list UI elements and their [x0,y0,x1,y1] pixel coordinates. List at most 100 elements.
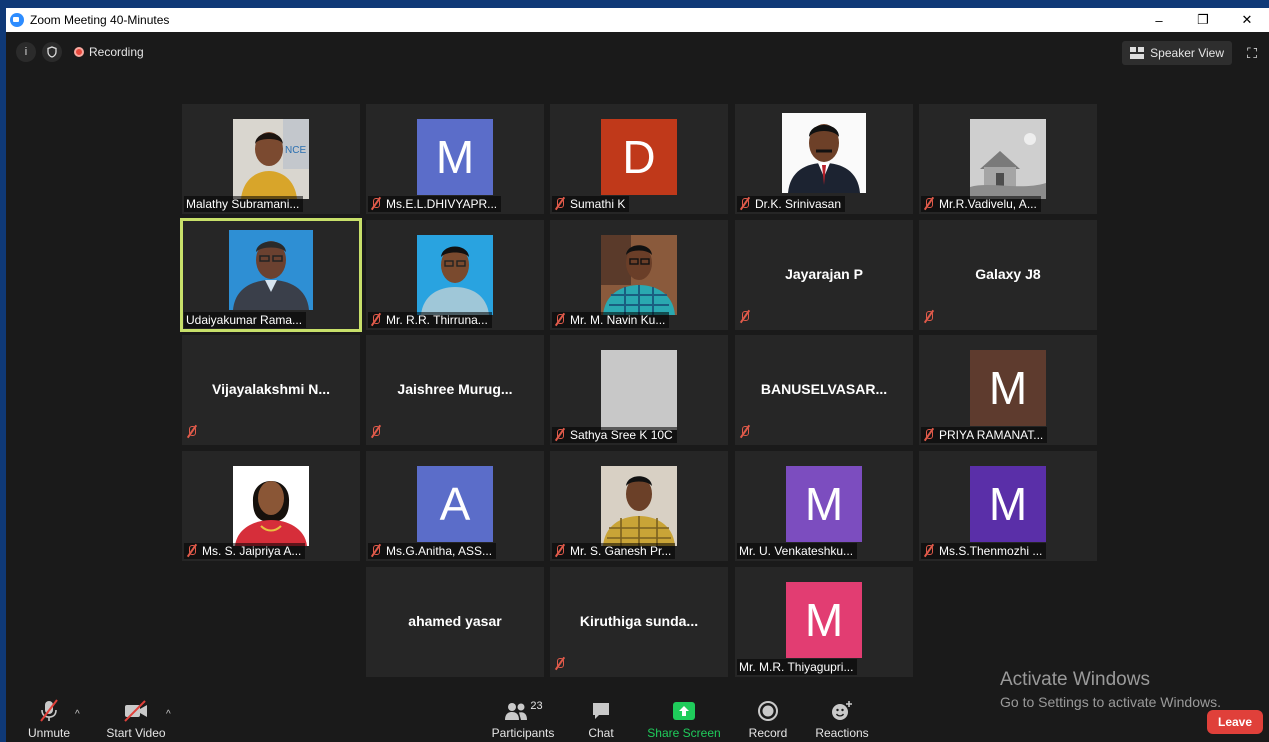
participant-nameplate: Mr. M.R. Thiyagupri... [737,659,858,675]
participant-display-name: Vijayalakshmi N... [211,381,331,397]
zoom-logo-icon [10,13,24,27]
reactions-icon [832,701,852,720]
participant-photo [233,466,309,546]
participant-name: Malathy Subramani... [186,197,300,211]
muted-mic-icon [923,310,935,324]
participant-tile[interactable]: D Sumathi K [550,104,728,214]
participant-photo [601,466,677,546]
participant-name: Udaiyakumar Rama... [186,313,303,327]
participant-nameplate: Udaiyakumar Rama... [184,312,307,328]
muted-mic-icon [739,310,751,324]
participant-photo [601,350,677,430]
participants-button[interactable]: 23 Participants [490,698,556,740]
participant-display-name: ahamed yasar [408,613,502,629]
participant-tile[interactable]: Mr. S. Ganesh Pr... [550,451,728,561]
participant-tile[interactable]: Mr. M. Navin Ku... [550,220,728,330]
meeting-toolbar: Unmute ^ Start Video ^ 23 Participants C… [6,696,1269,742]
participant-name: Ms. S. Jaipriya A... [202,544,302,558]
muted-mic-icon [923,428,935,442]
participant-tile[interactable]: BANUSELVASAR... [735,335,913,445]
muted-mic-icon [186,425,198,439]
participant-tile[interactable]: Mr. R.R. Thirruna... [366,220,544,330]
app-window: Zoom Meeting 40-Minutes – ❐ ✕ i Recordin… [0,0,1269,742]
participant-tile[interactable]: Jaishree Murug... [366,335,544,445]
chat-icon [593,703,609,719]
reactions-button[interactable]: Reactions [814,698,870,740]
muted-mic-icon [554,313,566,327]
muted-mic-icon [923,544,935,558]
participant-tile[interactable]: Mr.R.Vadivelu, A... [919,104,1097,214]
participant-tile[interactable]: M Ms.S.Thenmozhi ... [919,451,1097,561]
participant-nameplate: Sumathi K [552,196,630,212]
participant-tile[interactable]: Kiruthiga sunda... [550,567,728,677]
muted-mic-icon [739,197,751,211]
participant-tile[interactable]: M Mr. U. Venkateshku... [735,451,913,561]
participant-nameplate: Ms.S.Thenmozhi ... [921,543,1047,559]
muted-mic-icon [923,197,935,211]
avatar: M [417,119,493,195]
share-screen-button[interactable]: Share Screen [646,698,722,740]
participant-photo [601,235,677,315]
muted-mic-icon [40,699,58,722]
participant-nameplate: Dr.K. Srinivasan [737,196,846,212]
participant-tile[interactable]: M Ms.E.L.DHIVYAPR... [366,104,544,214]
muted-mic-icon [186,544,198,558]
info-icon[interactable]: i [16,42,36,62]
participant-nameplate: Mr. R.R. Thirruna... [368,312,492,328]
participant-tile[interactable]: Galaxy J8 [919,220,1097,330]
participant-tile[interactable]: Vijayalakshmi N... [182,335,360,445]
speaker-view-label: Speaker View [1150,46,1224,60]
participant-tile[interactable]: Sathya Sree K 10C [550,335,728,445]
video-options-caret-icon[interactable]: ^ [166,709,171,720]
participant-photo [229,230,313,310]
avatar: M [970,466,1046,542]
close-button[interactable]: ✕ [1225,8,1269,32]
maximize-button[interactable]: ❐ [1181,8,1225,32]
shield-icon[interactable] [42,42,62,62]
participant-tile[interactable]: NCE Malathy Subramani... [182,104,360,214]
recording-indicator[interactable]: Recording [68,42,150,62]
participants-count: 23 [530,700,543,712]
avatar: D [601,119,677,195]
participant-name: PRIYA RAMANAT... [939,428,1044,442]
unmute-button[interactable]: Unmute [20,698,78,740]
participant-tile[interactable]: ahamed yasar [366,567,544,677]
speaker-view-button[interactable]: Speaker View [1122,41,1232,65]
avatar: A [417,466,493,542]
participant-nameplate: Mr. M. Navin Ku... [552,312,670,328]
start-video-button[interactable]: Start Video [102,698,170,740]
record-button[interactable]: Record [746,698,790,740]
participant-name: Ms.E.L.DHIVYAPR... [386,197,498,211]
leave-button[interactable]: Leave [1207,710,1263,734]
participant-photo [417,235,493,315]
participant-tile[interactable]: M Mr. M.R. Thiyagupri... [735,567,913,677]
participant-nameplate: Malathy Subramani... [184,196,304,212]
video-off-icon [124,700,147,722]
participant-name: Mr. M. Navin Ku... [570,313,666,327]
participant-name: Sathya Sree K 10C [570,428,673,442]
participant-nameplate: Ms.G.Anitha, ASS... [368,543,497,559]
avatar: M [786,466,862,542]
participant-tile[interactable]: A Ms.G.Anitha, ASS... [366,451,544,561]
reactions-label: Reactions [815,726,869,740]
audio-options-caret-icon[interactable]: ^ [75,709,80,720]
share-screen-label: Share Screen [647,726,721,740]
participant-name: Ms.G.Anitha, ASS... [386,544,493,558]
muted-mic-icon [370,197,382,211]
participant-photo [782,113,866,193]
participant-display-name: Kiruthiga sunda... [579,613,699,629]
participant-photo: NCE [233,119,309,199]
participant-tile[interactable]: Jayarajan P [735,220,913,330]
participant-tile[interactable]: Dr.K. Srinivasan [735,104,913,214]
participant-tile[interactable]: Udaiyakumar Rama... [180,218,362,332]
participant-tile[interactable]: Ms. S. Jaipriya A... [182,451,360,561]
participant-tile[interactable]: M PRIYA RAMANAT... [919,335,1097,445]
participant-name: Ms.S.Thenmozhi ... [939,544,1043,558]
fullscreen-icon[interactable]: ⛶ [1244,45,1260,61]
participant-nameplate: Ms.E.L.DHIVYAPR... [368,196,502,212]
minimize-button[interactable]: – [1137,8,1181,32]
chat-button[interactable]: Chat [582,698,620,740]
muted-mic-icon [370,313,382,327]
participant-display-name: Jayarajan P [785,266,863,282]
participant-name: Dr.K. Srinivasan [755,197,842,211]
